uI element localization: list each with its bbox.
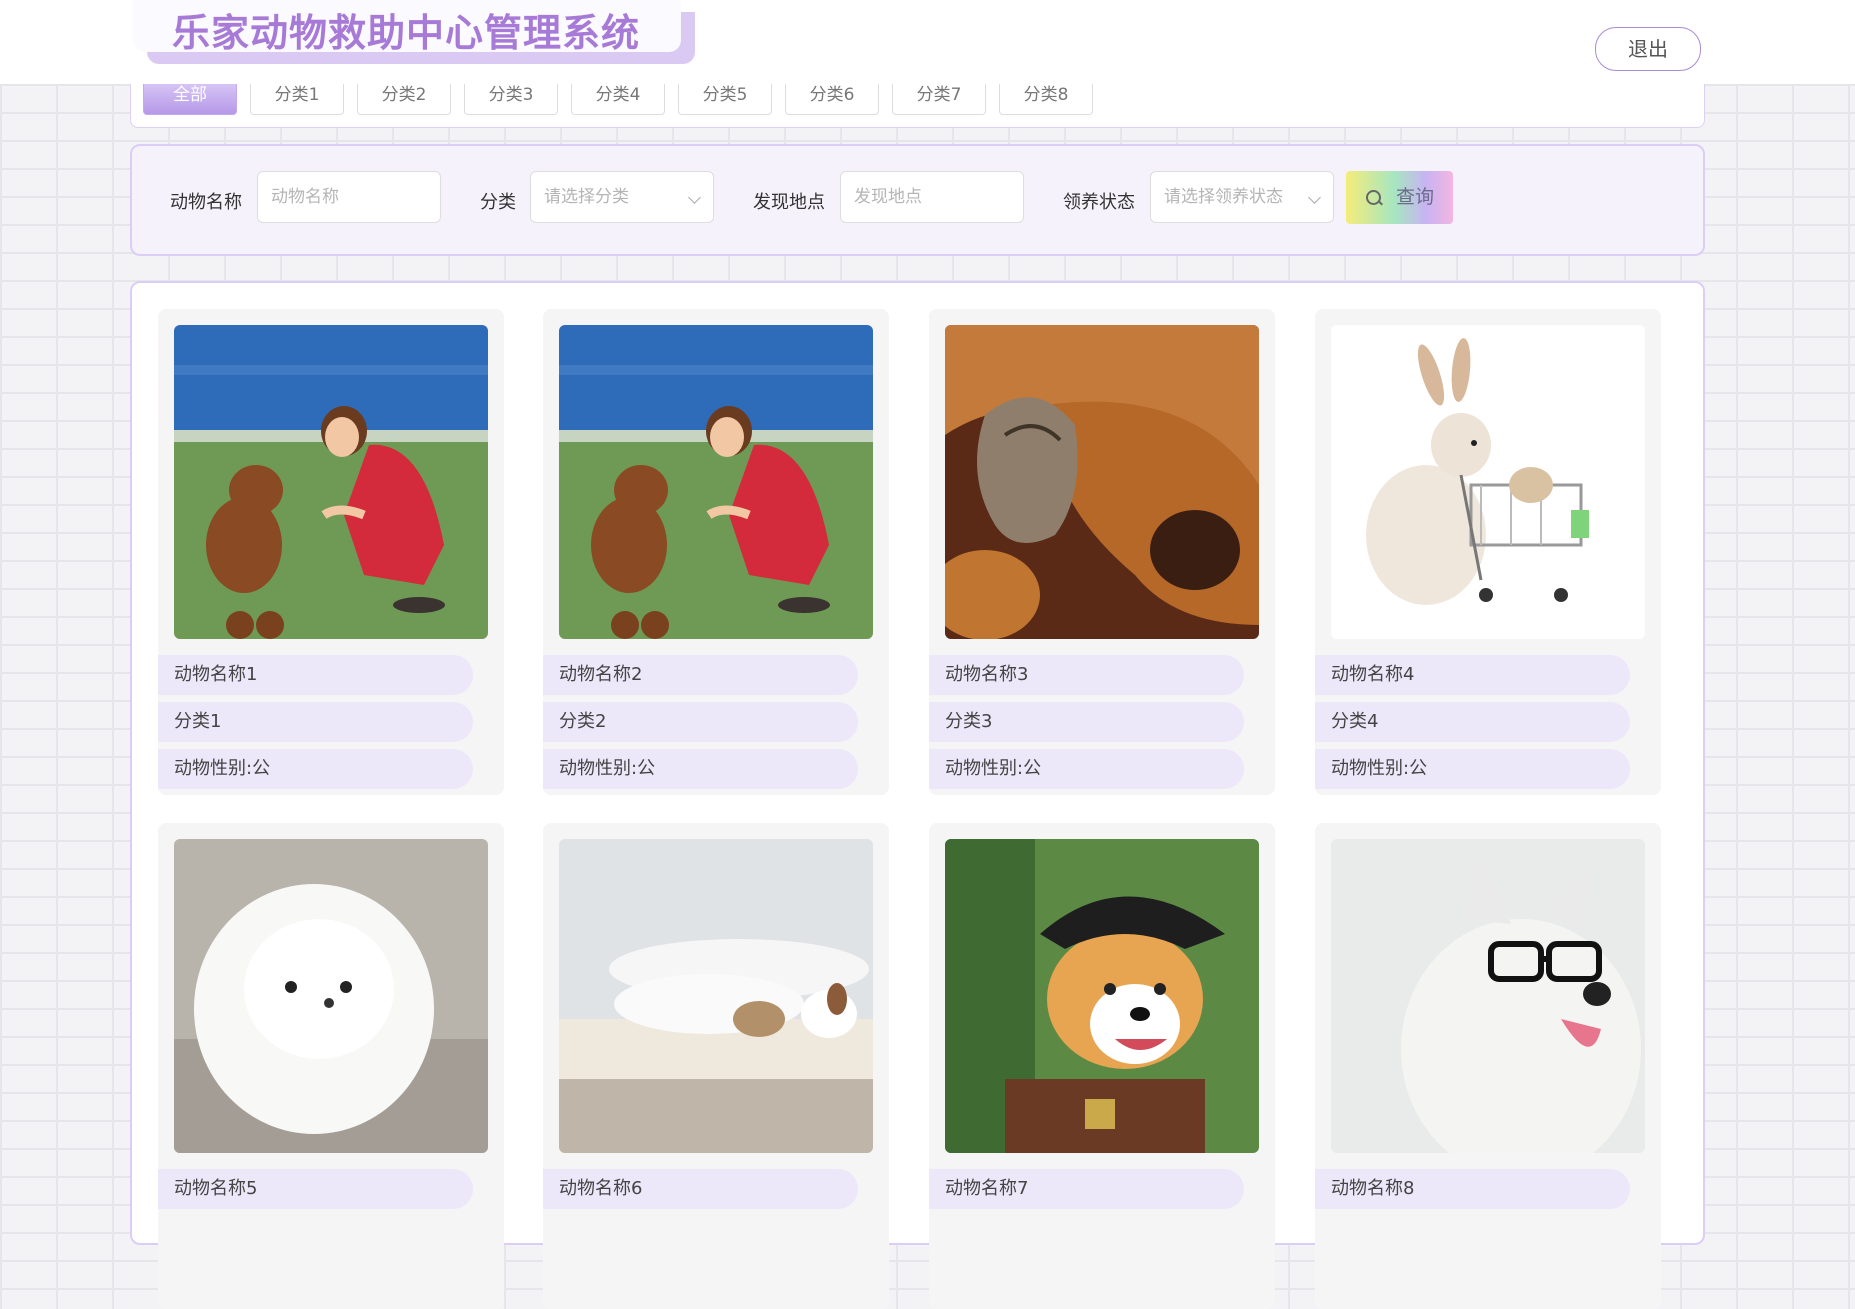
tab-category-4[interactable]: 分类4 [571,84,665,115]
location-label: 发现地点 [753,192,825,213]
animal-gender: 动物性别:公 [543,749,858,789]
white-pomeranian-photo [174,839,488,1153]
tab-category-1[interactable]: 分类1 [250,84,344,115]
kitten-under-bloodhound-photo [945,325,1259,639]
animal-name: 动物名称5 [158,1169,473,1209]
animal-name: 动物名称3 [929,655,1244,695]
adoption-status-select[interactable]: 请选择领养状态 [1150,171,1334,223]
chevron-down-icon [1308,191,1321,204]
animal-card[interactable]: 动物名称3 分类3 动物性别:公 [929,309,1275,795]
animal-name: 动物名称2 [543,655,858,695]
category-select[interactable]: 请选择分类 [530,171,714,223]
top-bar: 乐家动物救助中心管理系统 退出 [0,0,1855,84]
animal-name-input[interactable]: 动物名称 [257,171,441,223]
woman-with-poodle-photo [559,325,873,639]
rabbit-with-shopping-cart-photo [1331,325,1645,639]
adoption-status-label: 领养状态 [1063,192,1135,213]
tab-category-7[interactable]: 分类7 [892,84,986,115]
animal-category: 分类2 [543,702,858,742]
animal-name-label: 动物名称 [170,192,242,213]
cat-and-dog-sleeping-photo [559,839,873,1153]
animal-card[interactable]: 动物名称6 [543,823,889,1309]
tab-category-5[interactable]: 分类5 [678,84,772,115]
animal-category: 分类4 [1315,702,1630,742]
animal-category: 分类1 [158,702,473,742]
adoption-status-placeholder: 请选择领养状态 [1164,187,1283,207]
animal-gender: 动物性别:公 [929,749,1244,789]
animal-category: 分类3 [929,702,1244,742]
animal-name: 动物名称1 [158,655,473,695]
tab-category-8[interactable]: 分类8 [999,84,1093,115]
location-input[interactable]: 发现地点 [840,171,1024,223]
query-button[interactable]: 查询 [1346,171,1453,224]
animal-name: 动物名称8 [1315,1169,1630,1209]
search-icon [1366,190,1381,205]
tab-category-6[interactable]: 分类6 [785,84,879,115]
category-select-placeholder: 请选择分类 [544,187,629,207]
corgi-pirate-costume-photo [945,839,1259,1153]
husky-with-glasses-photo [1331,839,1645,1153]
animal-card[interactable]: 动物名称7 [929,823,1275,1309]
tab-category-2[interactable]: 分类2 [357,84,451,115]
animal-gender: 动物性别:公 [1315,749,1630,789]
chevron-down-icon [688,191,701,204]
logout-button[interactable]: 退出 [1595,27,1701,71]
animal-name: 动物名称4 [1315,655,1630,695]
category-tabs: 全部 分类1 分类2 分类3 分类4 分类5 分类6 分类7 分类8 [130,84,1705,128]
animal-card[interactable]: 动物名称2 分类2 动物性别:公 [543,309,889,795]
animal-card[interactable]: 动物名称8 [1315,823,1661,1309]
animal-grid: 动物名称1 分类1 动物性别:公 动物名称2 分类2 动物性别:公 动物名称3 … [130,281,1705,1309]
query-button-label: 查询 [1396,186,1435,208]
animal-card[interactable]: 动物名称4 分类4 动物性别:公 [1315,309,1661,795]
animal-gender: 动物性别:公 [158,749,473,789]
category-label: 分类 [480,192,516,213]
animal-card[interactable]: 动物名称1 分类1 动物性别:公 [158,309,504,795]
woman-with-poodle-photo [174,325,488,639]
animal-card[interactable]: 动物名称5 [158,823,504,1309]
animal-name: 动物名称7 [929,1169,1244,1209]
tab-category-3[interactable]: 分类3 [464,84,558,115]
search-panel: 动物名称 动物名称 分类 请选择分类 发现地点 发现地点 领养状态 请选择领养状… [130,144,1705,256]
animal-name: 动物名称6 [543,1169,858,1209]
tab-all[interactable]: 全部 [143,84,237,115]
page-title: 乐家动物救助中心管理系统 [172,11,641,55]
